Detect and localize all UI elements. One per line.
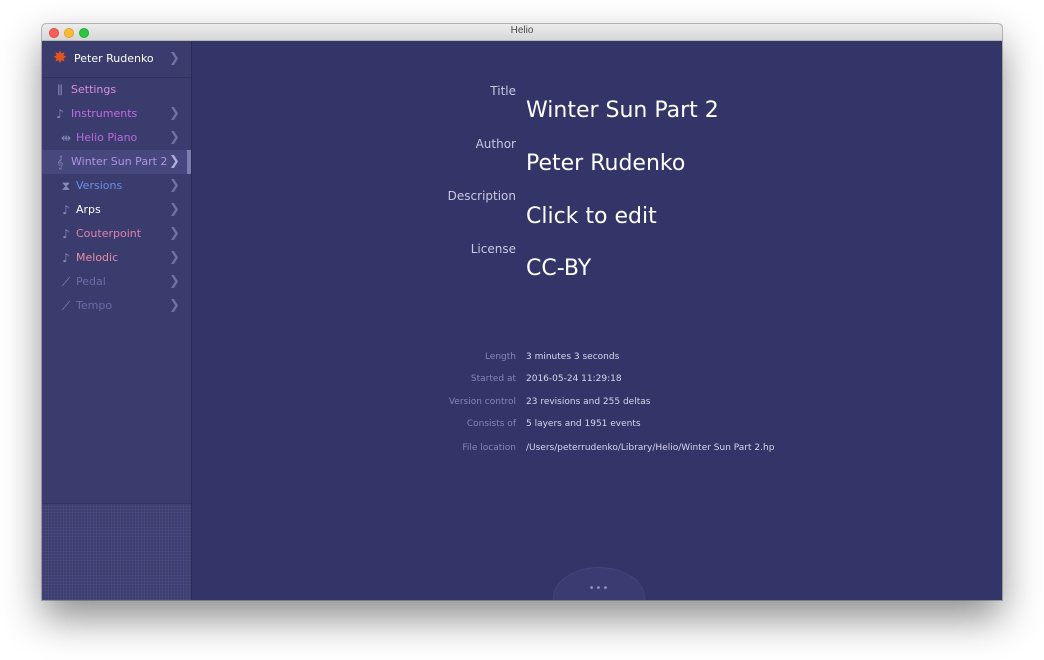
sidebar-item-label: Versions — [76, 179, 123, 192]
title-bar: Helio — [42, 24, 1002, 41]
sidebar-footer-panel — [42, 503, 191, 600]
sidebar-item-instruments[interactable]: ♪ Instruments ❯ — [42, 102, 191, 126]
length-label: Length — [484, 352, 516, 362]
consists-of-label: Consists of — [466, 419, 516, 429]
hourglass-icon: ⧗ — [61, 179, 71, 193]
chevron-right-icon: ❯ — [169, 298, 180, 313]
saxophone-icon: ♪ — [56, 107, 64, 121]
more-options-button[interactable]: ••• — [553, 567, 645, 600]
started-label: Started at — [470, 374, 516, 384]
sidebar-item-settings[interactable]: ⫼ Settings — [42, 78, 191, 102]
sidebar-item-label: Instruments — [71, 107, 138, 120]
user-name: Peter Rudenko — [74, 52, 154, 65]
window-title: Helio — [510, 25, 534, 36]
sliders-icon: ⫼ — [57, 83, 63, 97]
started-value: 2016-05-24 11:29:18 — [526, 374, 622, 384]
sidebar-item-versions[interactable]: ⧗ Versions ❯ — [42, 174, 191, 198]
file-location-value: /Users/peterrudenko/Library/Helio/Winter… — [526, 443, 775, 453]
chevron-right-icon: ❯ — [169, 130, 180, 145]
sidebar-item-label: Pedal — [76, 275, 106, 288]
chevron-right-icon: ❯ — [169, 178, 180, 193]
file-location-label: File location — [462, 443, 516, 453]
sidebar-item-helio-piano[interactable]: ⇹ Helio Piano ❯ — [42, 126, 191, 150]
length-value: 3 minutes 3 seconds — [526, 352, 620, 362]
sidebar-item-arps[interactable]: ♪ Arps ❯ — [42, 198, 191, 222]
description-label: Description — [447, 189, 516, 203]
author-field[interactable]: Peter Rudenko — [526, 151, 685, 176]
title-label: Title — [490, 84, 516, 98]
sidebar-item-winter-sun-part-2[interactable]: 𝄞 Winter Sun Part 2 ❯ — [42, 150, 191, 174]
sidebar-item-tempo[interactable]: ⟋ Tempo ❯ — [42, 294, 191, 318]
sidebar-item-label: Helio Piano — [76, 131, 138, 144]
license-field[interactable]: CC-BY — [526, 256, 591, 281]
description-field[interactable]: Click to edit — [526, 204, 657, 229]
user-profile-row[interactable]: ✸ Peter Rudenko ❯ — [42, 41, 191, 78]
title-field[interactable]: Winter Sun Part 2 — [526, 98, 719, 123]
author-label: Author — [475, 137, 516, 151]
sidebar-item-label: Winter Sun Part 2 — [71, 155, 168, 168]
sidebar-item-label: Melodic — [76, 251, 119, 264]
sidebar-item-label: Arps — [76, 203, 101, 216]
sidebar-item-couterpoint[interactable]: ♪ Couterpoint ❯ — [42, 222, 191, 246]
chevron-right-icon: ❯ — [169, 51, 180, 66]
sidebar: ✸ Peter Rudenko ❯ ⫼ Settings ♪ Instrumen… — [42, 41, 192, 600]
treble-clef-icon: 𝄞 — [56, 155, 64, 169]
piano-icon: ⇹ — [60, 131, 72, 145]
license-label: License — [470, 242, 516, 256]
sidebar-item-label: Tempo — [76, 299, 113, 312]
chevron-right-icon: ❯ — [169, 202, 180, 217]
app-window: Helio ✸ Peter Rudenko ❯ ⫼ Settings ♪ Ins… — [42, 24, 1002, 600]
chevron-right-icon: ❯ — [169, 154, 180, 169]
more-dots-icon: ••• — [588, 583, 610, 594]
note-icon: ♪ — [62, 227, 70, 241]
sidebar-item-melodic[interactable]: ♪ Melodic ❯ — [42, 246, 191, 270]
chevron-right-icon: ❯ — [169, 274, 180, 289]
chevron-right-icon: ❯ — [169, 106, 180, 121]
sidebar-item-pedal[interactable]: ⟋ Pedal ❯ — [42, 270, 191, 294]
automation-icon: ⟋ — [61, 299, 71, 313]
chevron-right-icon: ❯ — [169, 250, 180, 265]
sidebar-item-label: Settings — [71, 83, 117, 96]
chevron-right-icon: ❯ — [169, 226, 180, 241]
note-icon: ♪ — [62, 251, 70, 265]
star-icon: ✸ — [52, 48, 68, 68]
version-control-value: 23 revisions and 255 deltas — [526, 397, 651, 407]
sidebar-item-label: Couterpoint — [76, 227, 142, 240]
consists-of-value: 5 layers and 1951 events — [526, 419, 641, 429]
version-control-label: Version control — [448, 397, 516, 407]
project-info-panel: Title Winter Sun Part 2 Author Peter Rud… — [192, 41, 1002, 600]
note-icon: ♪ — [62, 203, 70, 217]
automation-icon: ⟋ — [61, 275, 71, 289]
